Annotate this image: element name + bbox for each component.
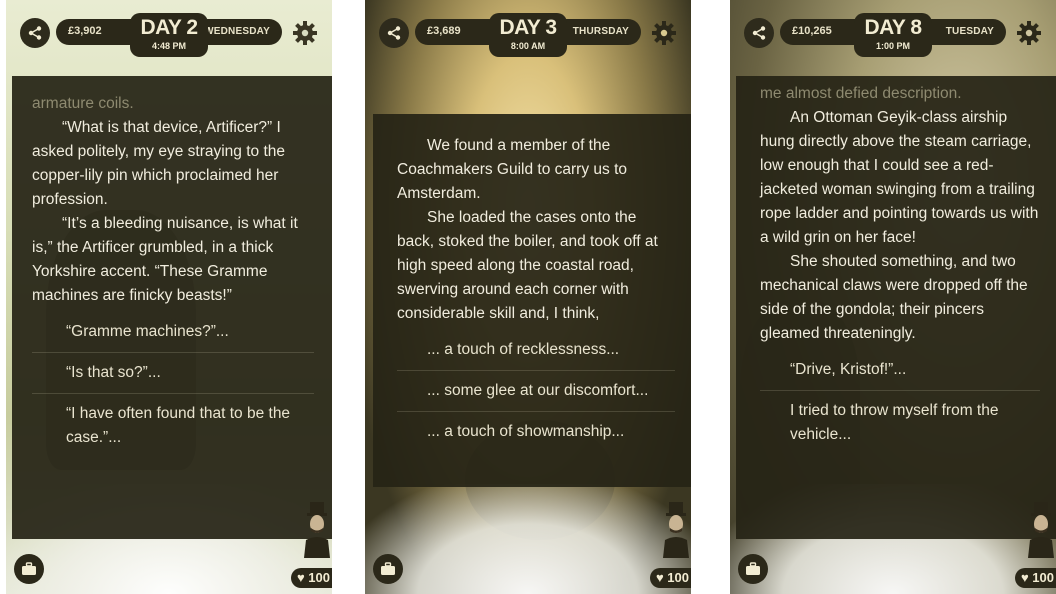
day-indicator: DAY 8 1:00 PM [854, 13, 932, 57]
gear-icon [652, 21, 676, 45]
day-label: DAY 3 [499, 16, 557, 39]
top-hud: £3,902 WEDNESDAY DAY 2 4:48 PM [6, 13, 332, 57]
share-button[interactable] [744, 18, 774, 48]
settings-button[interactable] [649, 18, 679, 48]
top-hud: £3,689 THURSDAY DAY 3 8:00 AM [365, 13, 691, 57]
suitcase-icon [381, 562, 395, 575]
gentleman-portrait-icon [304, 502, 330, 558]
settings-button[interactable] [290, 18, 320, 48]
luggage-button[interactable] [738, 554, 768, 584]
day-label: DAY 8 [864, 16, 922, 39]
money-counter: £3,902 [68, 25, 102, 37]
story-paragraph: armature coils. [32, 95, 134, 112]
gentleman-portrait-icon [1028, 502, 1054, 558]
choice-list: “Drive, Kristof!”... I tried to throw my… [760, 350, 1040, 455]
story-panel: We found a member of the Coachmakers Gui… [373, 114, 691, 487]
fog-overlay [365, 484, 691, 594]
choice-option[interactable]: “I have often found that to be the case.… [32, 393, 314, 458]
health-counter: ♥ 100 [1014, 568, 1056, 588]
status-bar: £10,265 TUESDAY DAY 8 1:00 PM [780, 13, 1006, 57]
time-label: 4:48 PM [151, 41, 186, 51]
story-paragraph: me almost defied description. [760, 85, 962, 102]
choice-option[interactable]: “Gramme machines?”... [32, 312, 314, 352]
story-text: me almost defied description. An Ottoman… [760, 82, 1040, 346]
character-portrait[interactable] [1028, 500, 1054, 558]
choice-option[interactable]: ... a touch of showmanship... [397, 411, 675, 452]
weekday-label: TUESDAY [945, 26, 994, 37]
money-counter: £3,689 [427, 25, 461, 37]
choice-list: ... a touch of recklessness... ... some … [397, 330, 675, 452]
story-text: armature coils. “What is that device, Ar… [32, 92, 314, 308]
story-text: We found a member of the Coachmakers Gui… [397, 134, 675, 326]
choice-list: “Gramme machines?”... “Is that so?”... “… [32, 312, 314, 458]
suitcase-icon [746, 562, 760, 575]
story-panel: me almost defied description. An Ottoman… [736, 76, 1056, 539]
share-icon [28, 26, 42, 40]
suitcase-icon [22, 562, 36, 575]
gear-icon [293, 21, 317, 45]
luggage-button[interactable] [14, 554, 44, 584]
share-button[interactable] [379, 18, 409, 48]
day-indicator: DAY 2 4:48 PM [130, 13, 208, 57]
day-label: DAY 2 [140, 16, 198, 39]
share-icon [387, 26, 401, 40]
health-counter: ♥ 100 [649, 568, 691, 588]
game-screen-day-2: £3,902 WEDNESDAY DAY 2 4:48 PM armature … [6, 0, 332, 594]
story-panel: armature coils. “What is that device, Ar… [12, 76, 332, 539]
game-screen-day-3: £3,689 THURSDAY DAY 3 8:00 AM We found a… [365, 0, 691, 594]
status-bar: £3,689 THURSDAY DAY 3 8:00 AM [415, 13, 641, 57]
character-portrait[interactable] [304, 500, 330, 558]
story-paragraph: An Ottoman Geyik-class airship hung dire… [760, 109, 1039, 246]
money-counter: £10,265 [792, 25, 832, 37]
choice-option[interactable]: ... some glee at our discomfort... [397, 370, 675, 411]
choice-option[interactable]: “Drive, Kristof!”... [760, 350, 1040, 390]
status-bar: £3,902 WEDNESDAY DAY 2 4:48 PM [56, 13, 282, 57]
story-paragraph: She loaded the cases onto the back, stok… [397, 209, 658, 322]
gear-icon [1017, 21, 1041, 45]
weekday-label: THURSDAY [572, 26, 629, 37]
time-label: 8:00 AM [510, 41, 546, 51]
day-indicator: DAY 3 8:00 AM [489, 13, 567, 57]
share-button[interactable] [20, 18, 50, 48]
game-screen-day-8: £10,265 TUESDAY DAY 8 1:00 PM me almost … [730, 0, 1056, 594]
time-label: 1:00 PM [875, 41, 910, 51]
choice-option[interactable]: “Is that so?”... [32, 352, 314, 393]
health-counter: ♥ 100 [290, 568, 332, 588]
share-icon [752, 26, 766, 40]
weekday-label: WEDNESDAY [204, 26, 270, 37]
gentleman-portrait-icon [663, 502, 689, 558]
character-portrait[interactable] [663, 500, 689, 558]
story-paragraph: “It’s a bleeding nuisance, is what it is… [32, 215, 298, 304]
settings-button[interactable] [1014, 18, 1044, 48]
luggage-button[interactable] [373, 554, 403, 584]
story-paragraph: We found a member of the Coachmakers Gui… [397, 137, 628, 202]
story-paragraph: She shouted something, and two mechanica… [760, 253, 1028, 342]
story-paragraph: “What is that device, Artificer?” I aske… [32, 119, 286, 208]
top-hud: £10,265 TUESDAY DAY 8 1:00 PM [730, 13, 1056, 57]
choice-option[interactable]: ... a touch of recklessness... [397, 330, 675, 370]
choice-option[interactable]: I tried to throw myself from the vehicle… [760, 390, 1040, 455]
